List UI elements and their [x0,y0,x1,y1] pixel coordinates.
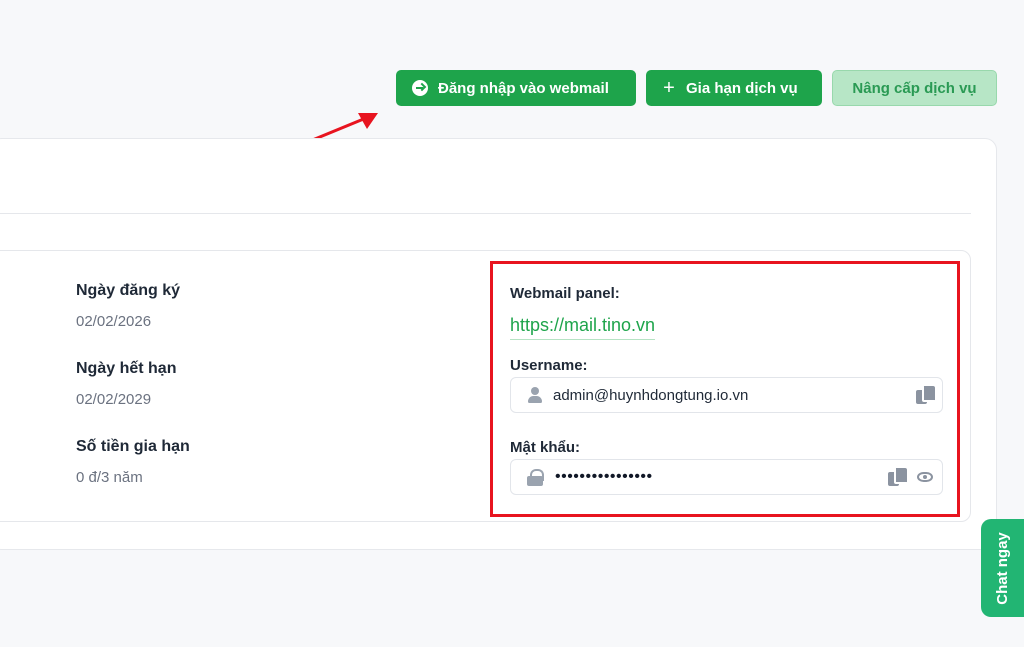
expiry-date-value: 02/02/2029 [76,391,152,408]
renew-amount: Số tiền gia hạn 0 đ/3 năm [76,438,190,486]
password-field[interactable]: •••••••••••••••• [510,459,943,495]
service-card: Ngày đăng ký 02/02/2026 Ngày hết hạn 02/… [0,138,997,550]
user-icon [527,387,543,403]
eye-icon[interactable] [917,472,933,482]
username-field[interactable]: admin@huynhdongtung.io.vn [510,377,943,413]
renew-service-button[interactable]: + Gia hạn dịch vụ [646,70,822,106]
password-value: •••••••••••••••• [555,468,653,485]
registered-date-label: Ngày đăng ký [76,282,181,299]
webmail-credentials-box: Webmail panel: https://mail.tino.vn User… [490,261,960,517]
webmail-panel-link[interactable]: https://mail.tino.vn [510,315,656,340]
service-actions: Đăng nhập vào webmail + Gia hạn dịch vụ … [396,70,997,106]
login-webmail-label: Đăng nhập vào webmail [438,79,609,97]
chat-now-label: Chat ngay [994,531,1012,605]
registered-date-value: 02/02/2026 [76,313,152,330]
webmail-panel-label: Webmail panel: [510,285,620,302]
upgrade-service-label: Nâng cấp dịch vụ [852,79,977,97]
divider [0,213,971,214]
copy-icon[interactable] [888,468,907,486]
expiry-date-label: Ngày hết hạn [76,360,177,377]
service-details-panel: Ngày đăng ký 02/02/2026 Ngày hết hạn 02/… [0,250,971,522]
upgrade-service-button[interactable]: Nâng cấp dịch vụ [832,70,997,106]
username-value: admin@huynhdongtung.io.vn [553,386,749,404]
password-label: Mật khẩu: [510,439,581,456]
renew-amount-label: Số tiền gia hạn [76,438,190,455]
registered-date: Ngày đăng ký 02/02/2026 [76,282,180,330]
lock-icon [527,469,544,486]
plus-icon: + [663,77,675,99]
copy-icon[interactable] [916,386,935,404]
chat-now-button[interactable]: Chat ngay [981,519,1024,617]
arrow-right-circle-icon [412,80,428,96]
renew-amount-value: 0 đ/3 năm [76,469,143,486]
login-webmail-button[interactable]: Đăng nhập vào webmail [396,70,636,106]
renew-service-label: Gia hạn dịch vụ [686,79,798,97]
expiry-date: Ngày hết hạn 02/02/2029 [76,360,176,408]
username-label: Username: [510,357,588,374]
